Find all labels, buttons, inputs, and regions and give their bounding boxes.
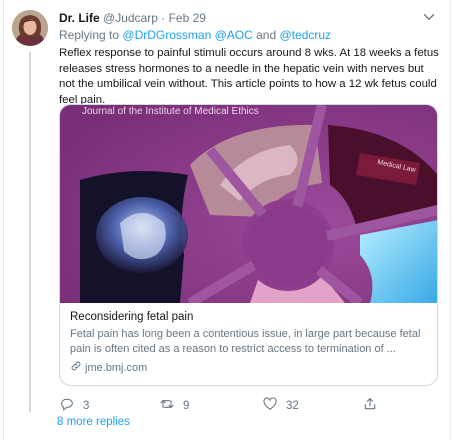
reply-icon: [59, 396, 75, 415]
tweet-date[interactable]: Feb 29: [169, 11, 206, 25]
card-image-caption: Journal of the Institute of Medical Ethi…: [82, 106, 259, 117]
avatar[interactable]: [12, 10, 48, 46]
like-button[interactable]: 32: [262, 396, 299, 415]
reply-count: 3: [83, 399, 90, 412]
more-replies-link[interactable]: 8 more replies: [57, 416, 130, 428]
card-title: Reconsidering fetal pain: [70, 311, 194, 323]
separator-dot: ·: [161, 11, 166, 25]
like-count: 32: [286, 399, 299, 412]
retweet-button[interactable]: 9: [159, 396, 189, 415]
retweet-icon: [159, 396, 175, 415]
card-domain-text: jme.bmj.com: [85, 362, 148, 374]
share-button[interactable]: [362, 396, 378, 415]
link-card[interactable]: Journal of the Institute of Medical Ethi…: [59, 104, 438, 386]
mention-link[interactable]: @tedcruz: [280, 28, 332, 42]
thread-line: [29, 52, 31, 412]
display-name[interactable]: Dr. Life: [59, 11, 100, 25]
tweet-content: Dr. Life @Judcarp · Feb 29 Replying to @…: [59, 8, 442, 412]
replying-to-line: Replying to @DrDGrossman @AOC and @tedcr…: [59, 28, 442, 43]
retweet-count: 9: [183, 399, 190, 412]
tweet-text: Reflex response to painful stimuli occur…: [59, 47, 439, 106]
user-handle[interactable]: @Judcarp: [103, 11, 158, 25]
card-description: Fetal pain has long been a contentious i…: [70, 328, 421, 355]
card-image[interactable]: Journal of the Institute of Medical Ethi…: [60, 105, 437, 303]
tweet-header: Dr. Life @Judcarp · Feb 29: [59, 10, 442, 26]
reply-button[interactable]: 3: [59, 396, 89, 415]
card-domain: jme.bmj.com: [70, 360, 427, 377]
card-body: Reconsidering fetal pain Fetal pain has …: [60, 303, 437, 377]
chevron-down-icon[interactable]: [420, 8, 438, 26]
link-icon: [70, 360, 82, 377]
mention-link[interactable]: @DrDGrossman: [122, 28, 211, 42]
replying-prefix: Replying to: [59, 28, 120, 42]
like-icon: [262, 396, 278, 415]
share-icon: [362, 396, 378, 415]
replying-and: and: [256, 28, 277, 42]
tweet-actions: 3 9 32: [59, 396, 442, 414]
mention-link[interactable]: @AOC: [215, 28, 253, 42]
